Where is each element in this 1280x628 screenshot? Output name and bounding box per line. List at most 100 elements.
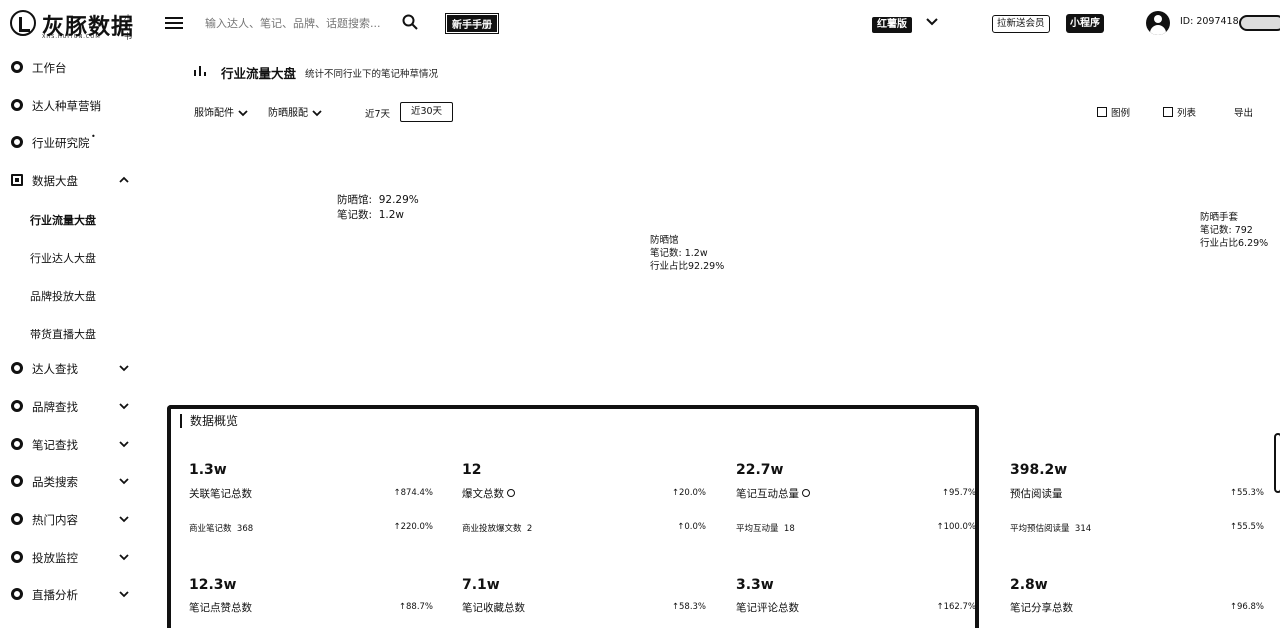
sidebar: 工作台 达人种草营销 行业研究院 • 数据大盘 行业流量大盘 行业达人大盘 品牌… (0, 48, 150, 628)
sidebar-item-workbench[interactable]: 工作台 (0, 53, 150, 83)
metric-label: 笔记评论总数 (736, 602, 799, 614)
metric-value: 3.3w (736, 577, 774, 593)
sidebar-item-label: 数据大盘 (32, 174, 78, 188)
metric-change: ↑96.8% (1229, 602, 1264, 612)
sidebar-item-influencer-search[interactable]: 达人查找 (0, 354, 150, 384)
treemap-label-share: 行业占比6.29% (1200, 238, 1269, 249)
tooltip-main-notes: 1.2w (378, 209, 405, 221)
sidebar-item-label: 品牌查找 (32, 400, 78, 414)
help-icon[interactable] (507, 489, 515, 497)
metric-sub-change: ↑100.0% (936, 522, 976, 532)
avatar[interactable] (1146, 11, 1170, 35)
search-icon[interactable] (402, 14, 418, 30)
sidebar-item-brand-search[interactable]: 品牌查找 (0, 392, 150, 422)
metric-value: 12.3w (189, 577, 237, 593)
metric-change: ↑95.7% (941, 488, 976, 498)
metric-sub-change: ↑220.0% (393, 522, 433, 532)
metric-value: 1.3w (189, 462, 227, 478)
page-title: 行业流量大盘 (221, 66, 297, 81)
sidebar-item-category-search[interactable]: 品类搜索 (0, 467, 150, 497)
list-view-button[interactable]: 列表 (1163, 105, 1196, 119)
chevron-down-icon (119, 478, 129, 485)
chart-view-button[interactable]: 图例 (1097, 105, 1130, 119)
newbie-guide-button[interactable]: 新手手册 (445, 13, 499, 34)
tooltip-main-pct: 92.29% (378, 194, 419, 206)
range-7-days-tab[interactable]: 近7天 (365, 106, 390, 120)
subcategory-select-value: 防晒服配 (268, 108, 308, 119)
top-bar: 灰豚数据 XHS.HUITUN.COM 小红书 新手手册 红薯版 拉新送会员 小… (0, 0, 1280, 48)
overview-title: 数据概览 (180, 414, 238, 428)
metric-sub-label: 平均预估阅读量 (1010, 524, 1070, 534)
metric-sub-change: ↑0.0% (677, 522, 706, 532)
metric-value: 22.7w (736, 462, 784, 478)
sidebar-item-label: 品类搜索 (32, 475, 78, 489)
user-badge[interactable] (1239, 15, 1280, 31)
metric-label: 笔记收藏总数 (462, 602, 525, 614)
list-view-label: 列表 (1177, 108, 1197, 119)
target-icon (11, 99, 23, 111)
chevron-down-icon (119, 365, 129, 372)
sidebar-subitem-industry-traffic[interactable]: 行业流量大盘 (0, 205, 150, 233)
metric-sub: 平均预估阅读量 314 (1010, 522, 1091, 534)
bar-chart-icon (11, 174, 23, 186)
menu-toggle-icon[interactable] (165, 14, 183, 30)
sidebar-item-note-search[interactable]: 笔记查找 (0, 430, 150, 460)
sidebar-item-live-analysis[interactable]: 直播分析 (0, 580, 150, 610)
chevron-down-icon (119, 516, 129, 523)
range-30-days-tab[interactable]: 近30天 (400, 102, 453, 122)
sidebar-subitem-industry-influencer[interactable]: 行业达人大盘 (0, 243, 150, 271)
sidebar-item-placement-monitor[interactable]: 投放监控 (0, 543, 150, 573)
search-input[interactable] (205, 12, 395, 34)
metric-label: 笔记互动总量 (736, 486, 810, 501)
metric-change: ↑58.3% (671, 602, 706, 612)
treemap-label-name: 防晒手套 (1200, 212, 1239, 223)
metric-sub-label: 商业笔记数 (189, 524, 232, 534)
metric-sub: 商业笔记数 368 (189, 522, 253, 534)
sidebar-subitem-live-commerce[interactable]: 带货直播大盘 (0, 319, 150, 347)
treemap-label-right[interactable]: 防晒手套 笔记数: 792 行业占比6.29% (1200, 211, 1268, 250)
sidebar-subitem-label: 行业达人大盘 (30, 252, 96, 265)
metric-change: ↑88.7% (398, 602, 433, 612)
category-select[interactable]: 服饰配件 (194, 104, 248, 122)
user-id: ID: 2097418 (1180, 16, 1239, 27)
sidebar-item-data-dashboard[interactable]: 数据大盘 (0, 166, 150, 196)
export-button[interactable]: 导出 (1234, 105, 1253, 119)
metric-change: ↑55.3% (1229, 488, 1264, 498)
sidebar-item-influencer-marketing[interactable]: 达人种草营销 (0, 91, 150, 121)
scrollbar-handle[interactable] (1274, 433, 1280, 493)
treemap-label-mid[interactable]: 防晒馆 笔记数: 1.2w 行业占比92.29% (650, 234, 724, 273)
chevron-down-icon (119, 403, 129, 410)
metric-value: 7.1w (462, 577, 500, 593)
mini-program-button[interactable]: 小程序 (1066, 14, 1104, 33)
brand-tag: 小红书 (124, 14, 132, 41)
sidebar-item-label: 直播分析 (32, 588, 78, 602)
influencer-icon (11, 362, 23, 374)
live-icon (11, 588, 23, 600)
chevron-down-icon (312, 110, 322, 117)
research-icon (11, 136, 23, 148)
metric-sub-label: 商业投放爆文数 (462, 524, 522, 534)
metric-label-text: 笔记互动总量 (736, 488, 799, 500)
monitor-icon (11, 551, 23, 563)
sidebar-subitem-label: 带货直播大盘 (30, 328, 96, 341)
edition-badge[interactable]: 红薯版 (872, 17, 912, 33)
workbench-icon (11, 61, 23, 73)
chevron-down-icon (238, 110, 248, 117)
chevron-down-icon[interactable] (926, 16, 938, 28)
category-icon (11, 475, 23, 487)
help-icon[interactable] (802, 489, 810, 497)
chevron-down-icon (119, 441, 129, 448)
subcategory-select[interactable]: 防晒服配 (268, 104, 322, 122)
sidebar-item-label: 投放监控 (32, 551, 78, 565)
new-marker: • (91, 132, 96, 141)
sidebar-item-hot-content[interactable]: 热门内容 (0, 505, 150, 535)
logo[interactable]: 灰豚数据 XHS.HUITUN.COM 小红书 (8, 8, 136, 41)
brand-icon (11, 400, 23, 412)
tooltip-main: 防晒馆: 92.29% 笔记数: 1.2w (337, 193, 419, 223)
metric-label: 笔记点赞总数 (189, 602, 252, 614)
sidebar-item-industry-research[interactable]: 行业研究院 • (0, 128, 150, 158)
sidebar-subitem-brand-placement[interactable]: 品牌投放大盘 (0, 281, 150, 309)
chart-view-icon (1097, 107, 1107, 117)
invite-button[interactable]: 拉新送会员 (992, 15, 1050, 33)
metric-sub: 商业投放爆文数 2 (462, 522, 532, 534)
